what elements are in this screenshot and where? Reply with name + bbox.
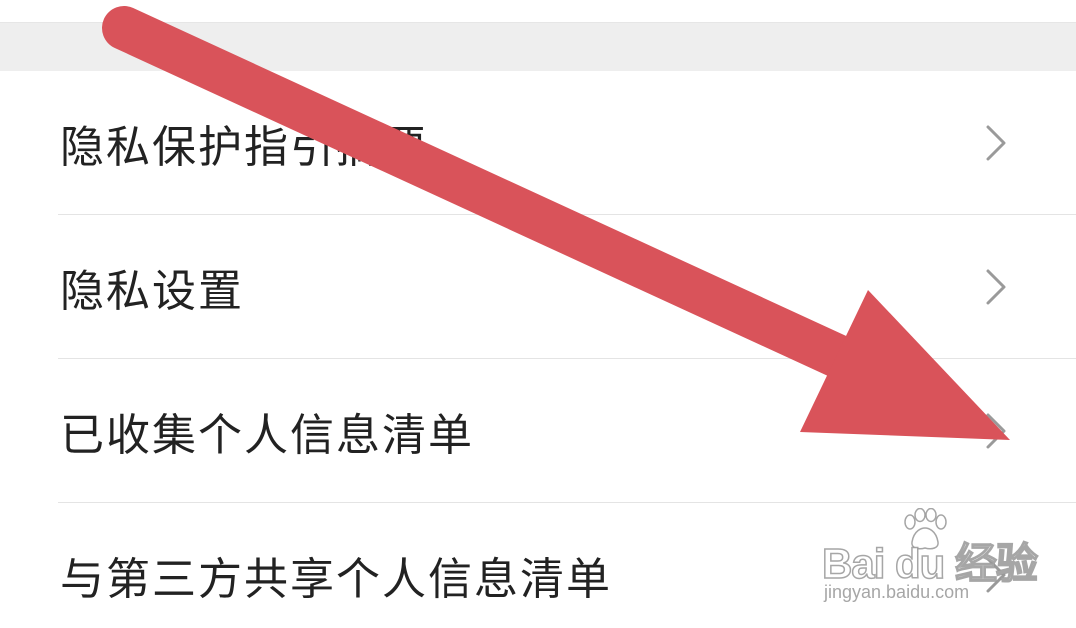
menu-item-privacy-settings[interactable]: 隐私设置 [0,215,1076,359]
privacy-menu-list: 隐私保护指引摘要 隐私设置 已收集个人信息清单 与第三方共享个人信息清单 [0,71,1076,628]
chevron-right-icon [986,413,1006,449]
menu-item-privacy-summary[interactable]: 隐私保护指引摘要 [0,71,1076,215]
section-separator [0,23,1076,71]
menu-item-label: 隐私保护指引摘要 [60,122,428,173]
chevron-right-icon [986,557,1006,593]
menu-item-label: 与第三方共享个人信息清单 [60,554,612,605]
menu-item-third-party-sharing-list[interactable]: 与第三方共享个人信息清单 [0,503,1076,628]
previous-row-edge [0,0,1076,23]
chevron-right-icon [986,125,1006,161]
chevron-right-icon [986,269,1006,305]
menu-item-label: 隐私设置 [60,266,244,317]
menu-item-collected-info-list[interactable]: 已收集个人信息清单 [0,359,1076,503]
privacy-settings-screen: 隐私保护指引摘要 隐私设置 已收集个人信息清单 与第三方共享个人信息清单 Bai… [0,0,1076,628]
menu-item-label: 已收集个人信息清单 [60,410,474,461]
